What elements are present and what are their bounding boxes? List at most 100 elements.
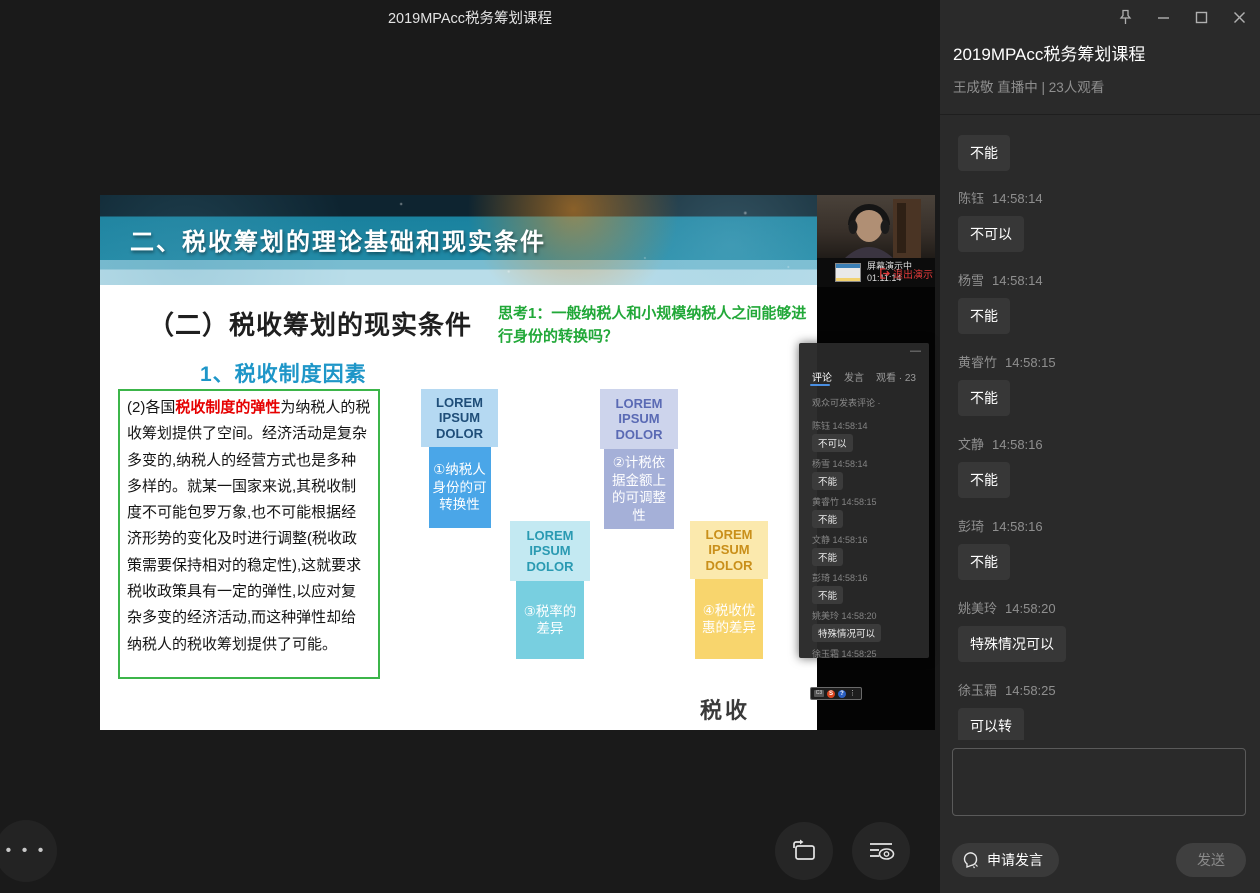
mini-comment-time: 14:58:20 bbox=[842, 611, 877, 621]
factor-box-4-label: ④税收优惠的差异 bbox=[695, 579, 763, 659]
slide-banner-title: 二、税收筹划的理论基础和现实条件 bbox=[130, 222, 546, 257]
chat-bubble: 可以转 bbox=[958, 708, 1024, 740]
comment-permission-notice: 观众可发表评论 · bbox=[812, 396, 881, 409]
toolbar-dots[interactable]: ⋮ bbox=[849, 690, 856, 698]
chat-message-list: 陈钰14:58:14 不可以 杨雪14:58:14 不能 黄睿竹14 bbox=[958, 188, 1242, 740]
close-icon[interactable] bbox=[1230, 8, 1248, 26]
mini-comment-time: 14:58:25 bbox=[842, 649, 877, 658]
chat-bubble: 不可以 bbox=[958, 216, 1024, 252]
mini-comment-author: 杨雪 bbox=[812, 459, 830, 469]
factor-box-4: LOREM IPSUM DOLOR ④税收优惠的差异 bbox=[690, 521, 768, 659]
rotate-screen-button[interactable] bbox=[775, 822, 833, 880]
mini-comment-bubble: 不能 bbox=[812, 510, 843, 528]
mini-comment-item: 杨雪 14:58:14 不能 bbox=[812, 457, 925, 490]
chat-timestamp: 14:58:20 bbox=[1005, 601, 1056, 616]
chat-timestamp: 14:58:14 bbox=[992, 191, 1043, 206]
slide-paragraph-box: (2)各国税收制度的弹性为纳税人的税收筹划提供了空间。经济活动是复杂多变的,纳税… bbox=[118, 389, 380, 679]
chat-message: 不能 bbox=[958, 135, 1242, 171]
mini-comment-item: 徐玉霜 14:58:25 可以转 bbox=[812, 647, 925, 658]
factor-box-3-label: ③税率的差异 bbox=[516, 581, 584, 659]
chat-bubble: 不能 bbox=[958, 380, 1010, 416]
request-speak-button[interactable]: 申请发言 bbox=[952, 843, 1059, 877]
factor-box-1: LOREM IPSUM DOLOR ①纳税人身份的可转换性 bbox=[421, 389, 498, 528]
mini-comment-author: 黄睿竹 bbox=[812, 497, 839, 507]
mini-comment-item: 姚美玲 14:58:20 特殊情况可以 bbox=[812, 609, 925, 642]
screen-thumbnail bbox=[835, 263, 861, 282]
chat-timestamp: 14:58:16 bbox=[992, 437, 1043, 452]
rotate-screen-icon bbox=[791, 839, 817, 863]
chat-message: 徐玉霜14:58:25 可以转 bbox=[958, 680, 1242, 740]
active-tab-underline bbox=[810, 384, 830, 386]
slide-subsection-heading: 1、税收制度因素 bbox=[200, 358, 367, 388]
slide-section-heading: （二）税收筹划的现实条件 bbox=[148, 305, 472, 342]
factor-box-4-header: LOREM IPSUM DOLOR bbox=[690, 521, 768, 579]
chat-author: 黄睿竹 bbox=[958, 355, 997, 370]
chat-bubble: 不能 bbox=[958, 135, 1010, 171]
mini-comment-item: 陈钰 14:58:14 不可以 bbox=[812, 419, 925, 452]
minimize-panel-icon[interactable]: — bbox=[910, 345, 921, 357]
message-compose-area bbox=[952, 748, 1246, 816]
chat-author: 姚美玲 bbox=[958, 601, 997, 616]
desktop-mini-toolbar: C3 S ? ⋮ bbox=[810, 687, 862, 700]
mini-comment-time: 14:58:14 bbox=[833, 459, 868, 469]
person-silhouette-icon bbox=[831, 199, 921, 258]
more-options-button[interactable]: • • • bbox=[0, 820, 57, 882]
chat-message: 杨雪14:58:14 不能 bbox=[958, 270, 1242, 334]
chat-log[interactable]: 不能 陈钰 14:58:14 不可以 杨雪 14:58:14 bbox=[940, 115, 1260, 740]
live-chat-panel: 2019MPAcc税务筹划课程 王成敬 直播中 | 23人观看 不能 陈钰 14:… bbox=[940, 0, 1260, 893]
slide-content: （二）税收筹划的现实条件 思考1：一般纳税人和小规模纳税人之间能够进行身份的转换… bbox=[100, 285, 817, 730]
chat-timestamp: 14:58:15 bbox=[1005, 355, 1056, 370]
presenter-webcam bbox=[817, 195, 935, 258]
chat-timestamp: 14:58:16 bbox=[992, 519, 1043, 534]
exit-presentation-button[interactable]: 退出演示 bbox=[879, 266, 933, 281]
chat-bubble: 特殊情况可以 bbox=[958, 626, 1066, 662]
request-speak-label: 申请发言 bbox=[987, 850, 1043, 870]
chat-author: 徐玉霜 bbox=[958, 683, 997, 698]
mini-comment-bubble: 不能 bbox=[812, 548, 843, 566]
chat-input[interactable] bbox=[952, 748, 1246, 816]
exit-icon bbox=[879, 268, 890, 279]
mini-comment-author: 姚美玲 bbox=[812, 611, 839, 621]
mini-comment-author: 徐玉霜 bbox=[812, 649, 839, 658]
tab-speak[interactable]: 发言 bbox=[844, 369, 864, 384]
minimize-icon[interactable] bbox=[1154, 8, 1172, 26]
chat-bubble: 不能 bbox=[958, 544, 1010, 580]
comment-list-toggle-button[interactable] bbox=[852, 822, 910, 880]
maximize-icon[interactable] bbox=[1192, 8, 1210, 26]
course-title-top: 2019MPAcc税务筹划课程 bbox=[0, 7, 940, 28]
factor-box-2-header: LOREM IPSUM DOLOR bbox=[600, 389, 678, 449]
stream-title: 2019MPAcc税务筹划课程 bbox=[953, 40, 1145, 65]
slide-banner: 二、税收筹划的理论基础和现实条件 bbox=[100, 195, 817, 285]
chat-message: 文静14:58:16 不能 bbox=[958, 434, 1242, 498]
mini-comment-item: 黄睿竹 14:58:15 不能 bbox=[812, 495, 925, 528]
send-button[interactable]: 发送 bbox=[1176, 843, 1246, 877]
tab-comments[interactable]: 评论 bbox=[812, 369, 832, 384]
toolbar-ball-help[interactable]: ? bbox=[838, 690, 846, 698]
mini-comment-bubble: 特殊情况可以 bbox=[812, 624, 881, 642]
tab-viewers[interactable]: 观看 · 23 bbox=[876, 369, 916, 384]
slide-question: 思考1：一般纳税人和小规模纳税人之间能够进行身份的转换吗？ bbox=[498, 302, 810, 348]
exit-presentation-label: 退出演示 bbox=[893, 266, 933, 281]
chat-bubble: 不能 bbox=[958, 462, 1010, 498]
paragraph-rest: 为纳税人的税收筹划提供了空间。经济活动是复杂多变的,纳税人的经营方式也是多种多样… bbox=[127, 399, 370, 653]
slide-footer-label: 税收 bbox=[700, 693, 750, 725]
mini-comment-bubble: 不可以 bbox=[812, 434, 853, 452]
toolbar-ball-s[interactable]: S bbox=[827, 690, 835, 698]
mini-comment-bubble: 不能 bbox=[812, 586, 843, 604]
mini-comment-author: 彭琦 bbox=[812, 573, 830, 583]
paragraph-prefix: (2)各国 bbox=[127, 399, 175, 416]
factor-box-2: LOREM IPSUM DOLOR ②计税依据金额上的可调整性 bbox=[600, 389, 678, 529]
factor-box-2-label: ②计税依据金额上的可调整性 bbox=[604, 449, 674, 529]
chat-message: 陈钰 14:58:14 不可以 bbox=[958, 188, 1242, 252]
pushpin-icon[interactable] bbox=[1116, 8, 1134, 26]
mini-comment-list[interactable]: 陈钰 14:58:14 不可以 杨雪 14:58:14 不能 bbox=[812, 419, 925, 658]
toolbar-chip[interactable]: C3 bbox=[814, 690, 824, 697]
stream-subtitle: 王成敬 直播中 | 23人观看 bbox=[953, 76, 1104, 96]
mini-comment-item: 文静 14:58:16 不能 bbox=[812, 533, 925, 566]
paragraph-highlight: 税收制度的弹性 bbox=[175, 399, 280, 416]
factor-box-3-header: LOREM IPSUM DOLOR bbox=[510, 521, 590, 581]
speak-icon bbox=[962, 851, 981, 870]
chat-author: 陈钰 bbox=[958, 191, 984, 206]
chat-author: 杨雪 bbox=[958, 273, 984, 288]
mini-comment-item: 彭琦 14:58:16 不能 bbox=[812, 571, 925, 604]
